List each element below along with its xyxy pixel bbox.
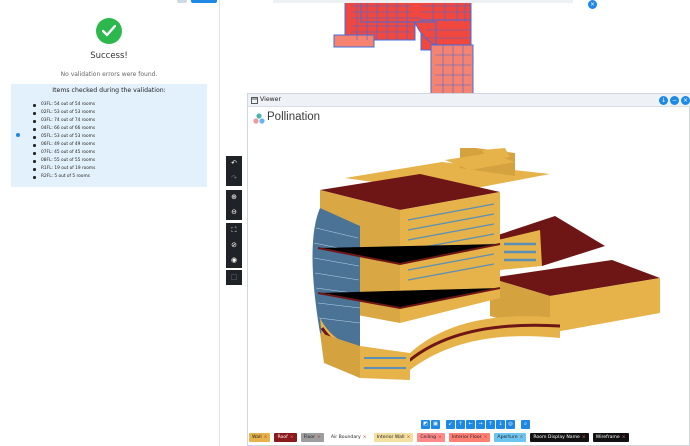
legend-chip-air-boundary[interactable]: Air Boundary × <box>327 433 370 442</box>
panel-top-primary-button[interactable] <box>191 0 217 3</box>
close-icon[interactable]: × <box>264 433 268 442</box>
validation-message: No validation errors were found. <box>60 71 158 78</box>
viewer-toolbar: ↶ ↷ ⊕ ⊖ ⛶ ⊘ ◉ □ <box>226 156 242 286</box>
legend-chip-interior-floor[interactable]: Interior Floor × <box>448 433 491 442</box>
list-item: 07FL: 45 out of 45 rooms <box>31 149 95 157</box>
viewer-header: Viewer ↓ − × <box>248 94 690 107</box>
list-item: 06FL: 49 out of 49 rooms <box>31 141 95 149</box>
undo-icon[interactable]: ↶ <box>226 156 242 171</box>
legend-chip-interior-wall[interactable]: Interior Wall × <box>373 433 414 442</box>
pollination-logo-icon <box>253 113 265 124</box>
close-icon[interactable]: × <box>622 433 626 442</box>
close-icon[interactable]: × <box>681 96 690 105</box>
legend-chip-ceiling[interactable]: Ceiling × <box>417 433 445 442</box>
floor-plan-view[interactable]: × <box>221 0 690 95</box>
view-4-icon[interactable]: → <box>476 420 485 429</box>
close-icon[interactable]: × <box>484 433 488 442</box>
check-circle-icon <box>96 18 122 44</box>
orthographic-icon[interactable]: ▣ <box>431 420 440 429</box>
legend-chip-wireframe[interactable]: Wireframe × <box>592 433 629 442</box>
search-icon[interactable]: ⌕ <box>521 420 530 429</box>
view-1-icon[interactable]: ↙ <box>446 420 455 429</box>
view-5-icon[interactable]: ↑ <box>486 420 495 429</box>
list-item: 02FL: 53 out of 53 rooms <box>31 109 95 117</box>
viewer-title: Viewer <box>260 96 282 103</box>
list-item: 03FL: 74 out of 74 rooms <box>31 117 95 125</box>
brand-name: Pollination <box>267 111 321 123</box>
list-item: R2FL: 5 out of 5 rooms <box>31 173 95 181</box>
plan-header-bar <box>273 0 573 3</box>
zoom-in-icon[interactable]: ⊕ <box>226 190 242 205</box>
view-3-icon[interactable]: ← <box>466 420 475 429</box>
close-icon[interactable]: × <box>520 433 524 442</box>
show-icon[interactable]: ◉ <box>226 253 242 268</box>
list-item: R1FL: 19 out of 19 rooms <box>31 165 95 173</box>
hide-icon[interactable]: ⊘ <box>226 238 242 253</box>
close-icon[interactable]: × <box>582 433 586 442</box>
viewer-icon <box>251 97 258 104</box>
close-icon[interactable]: × <box>438 433 442 442</box>
list-item: 03FL: 54 out of 54 rooms <box>31 101 95 109</box>
list-item: 08FL: 55 out of 55 rooms <box>31 157 95 165</box>
scroll-indicator-dot[interactable] <box>16 133 20 137</box>
view-7-icon[interactable]: ◎ <box>506 420 515 429</box>
validation-panel: Success! No validation errors were found… <box>0 0 220 446</box>
close-icon[interactable]: × <box>290 433 294 442</box>
legend-chip-aperture[interactable]: Aperture × <box>494 433 527 442</box>
legend-chip-room-display-name[interactable]: Room Display Name × <box>530 433 589 442</box>
close-icon[interactable]: × <box>317 433 321 442</box>
items-checked-box: Items checked during the validation: 03F… <box>11 84 207 187</box>
panel-top-button[interactable] <box>177 0 187 3</box>
legend-chip-roof[interactable]: Roof × <box>274 433 297 442</box>
download-icon[interactable]: ↓ <box>659 96 668 105</box>
items-list: 03FL: 54 out of 54 rooms 02FL: 53 out of… <box>31 101 95 181</box>
building-3d-model[interactable] <box>260 148 670 388</box>
fit-view-icon[interactable]: ⛶ <box>226 223 242 238</box>
view-navigation: ◩ ▣ ↙ ↑ ← → ↑ ↓ ◎ ⌕ <box>421 420 530 430</box>
view-6-icon[interactable]: ↓ <box>496 420 505 429</box>
perspective-icon[interactable]: ◩ <box>421 420 430 429</box>
close-icon[interactable]: × <box>363 433 367 442</box>
floor-plan-drawing <box>333 0 474 95</box>
square-icon[interactable]: □ <box>226 270 242 285</box>
success-title: Success! <box>90 51 128 61</box>
close-icon[interactable]: × <box>406 433 410 442</box>
zoom-out-icon[interactable]: ⊖ <box>226 205 242 220</box>
list-item: 04FL: 66 out of 66 rooms <box>31 125 95 133</box>
items-heading: Items checked during the validation: <box>52 87 166 94</box>
legend-chip-wall[interactable]: Wall × <box>249 433 271 442</box>
minimize-icon[interactable]: − <box>670 96 679 105</box>
display-legend: Wall × Roof × Floor × Air Boundary × Interio… <box>249 433 629 443</box>
legend-chip-floor[interactable]: Floor × <box>300 433 324 442</box>
close-icon[interactable]: × <box>588 0 597 9</box>
view-2-icon[interactable]: ↑ <box>456 420 465 429</box>
redo-icon[interactable]: ↷ <box>226 171 242 186</box>
list-item: 05FL: 53 out of 53 rooms <box>31 133 95 141</box>
